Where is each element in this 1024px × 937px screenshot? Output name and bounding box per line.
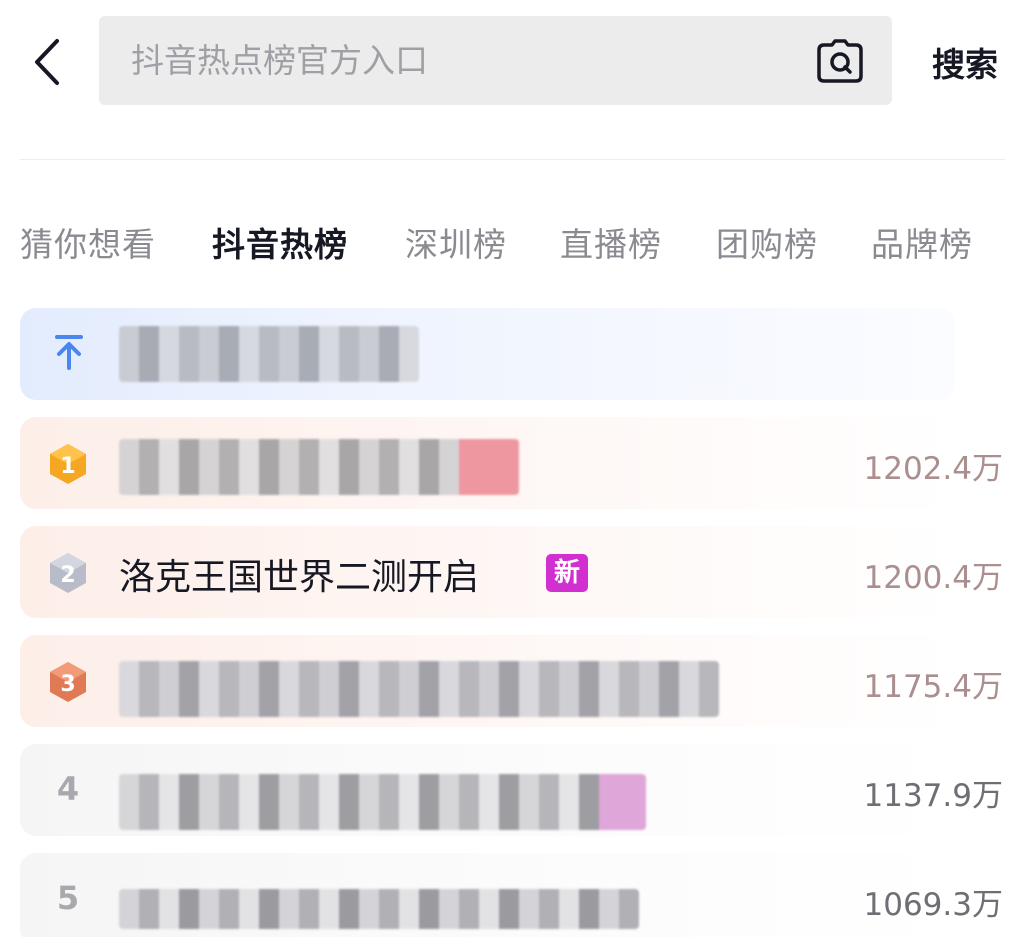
search-input[interactable] bbox=[131, 16, 791, 105]
rank-badge-bronze-icon: 3 bbox=[50, 662, 86, 702]
chevron-left-icon bbox=[35, 39, 59, 85]
pin-top-icon bbox=[55, 335, 83, 370]
search-box[interactable] bbox=[99, 16, 892, 105]
tab-shenzhen[interactable]: 深圳榜 bbox=[405, 218, 507, 266]
hot-value: 1175.4万 bbox=[863, 669, 1003, 705]
category-tabs: 猜你想看 抖音热榜 深圳榜 直播榜 团购榜 品牌榜 bbox=[0, 210, 1024, 270]
header: 搜索 bbox=[0, 0, 1024, 120]
tab-brand[interactable]: 品牌榜 bbox=[871, 218, 973, 266]
hot-value: 1137.9万 bbox=[863, 778, 1003, 814]
camera-icon bbox=[817, 39, 863, 83]
new-badge: 新 bbox=[546, 554, 588, 592]
tab-douyin-hot[interactable]: 抖音热榜 bbox=[212, 218, 348, 266]
obscured-title bbox=[119, 774, 646, 830]
hot-value: 1202.4万 bbox=[863, 451, 1003, 487]
obscured-title bbox=[119, 661, 719, 717]
hot-value: 1200.4万 bbox=[863, 560, 1003, 596]
list-item[interactable]: 5 1069.3万 bbox=[20, 853, 1003, 937]
pinned-item[interactable] bbox=[20, 308, 955, 400]
obscured-title bbox=[119, 889, 639, 929]
search-button[interactable]: 搜索 bbox=[932, 38, 998, 86]
svg-text:3: 3 bbox=[60, 672, 75, 697]
svg-text:2: 2 bbox=[60, 563, 75, 588]
camera-search-button[interactable] bbox=[816, 39, 864, 83]
obscured-title bbox=[119, 326, 419, 382]
list-item[interactable]: 1 1202.4万 bbox=[20, 417, 1003, 509]
svg-text:1: 1 bbox=[60, 454, 75, 479]
rank-number: 5 bbox=[56, 879, 80, 917]
hot-value: 1069.3万 bbox=[863, 887, 1003, 923]
list-item[interactable]: 4 1137.9万 bbox=[20, 744, 1003, 836]
tab-group-buy[interactable]: 团购榜 bbox=[716, 218, 818, 266]
back-button[interactable] bbox=[22, 32, 72, 92]
divider bbox=[20, 159, 1005, 160]
rank-badge-silver-icon: 2 bbox=[50, 553, 86, 593]
list-item[interactable]: 2 洛克王国世界二测开启 新 1200.4万 bbox=[20, 526, 1003, 618]
rank-badge-gold-icon: 1 bbox=[50, 444, 86, 484]
list-item[interactable]: 3 1175.4万 bbox=[20, 635, 1003, 727]
obscured-title bbox=[119, 439, 519, 495]
item-title[interactable]: 洛克王国世界二测开启 bbox=[119, 548, 479, 600]
tab-guess-you-like[interactable]: 猜你想看 bbox=[20, 218, 156, 266]
rank-number: 4 bbox=[56, 770, 80, 808]
tab-live[interactable]: 直播榜 bbox=[560, 218, 662, 266]
